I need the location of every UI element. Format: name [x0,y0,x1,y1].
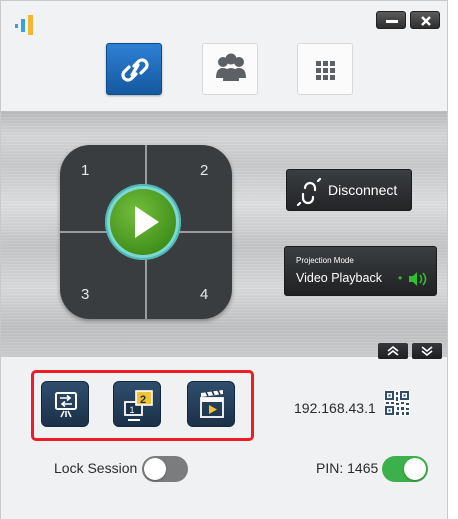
quadrant-1-number[interactable]: 1 [81,162,89,179]
clapperboard-play-icon [200,390,224,418]
tab-grid[interactable] [297,43,353,95]
speaker-icon [409,272,427,286]
link-icon [121,58,149,82]
tab-group[interactable] [202,43,258,95]
group-users-icon [216,53,246,81]
pin-toggle[interactable] [382,456,428,482]
tab-connect[interactable] [106,43,162,95]
projection-mode-title: Projection Mode [296,256,354,265]
disconnect-button[interactable]: Disconnect [286,169,412,211]
top-bar [1,1,447,111]
expand-down-button[interactable] [412,343,442,359]
pin-toggle-knob [404,458,426,480]
close-button[interactable] [410,11,440,29]
pin-label: PIN: 1465 [316,460,379,476]
qr-code-icon[interactable] [384,390,410,416]
broken-link-icon [296,177,322,206]
projection-mode-value: Video Playback [296,271,382,285]
lock-session-toggle[interactable] [142,456,188,482]
signal-bars-icon [15,15,33,35]
ip-address: 192.168.43.1 [294,400,376,416]
lock-session-label: Lock Session [54,460,138,476]
double-chevron-down-icon [421,346,433,357]
svg-text:1: 1 [130,405,135,415]
media-playback-button[interactable] [187,381,235,427]
play-icon [135,206,159,238]
quadrant-2-number[interactable]: 2 [200,162,208,179]
dual-monitor-button[interactable]: 1 2 [113,381,161,427]
screen-swap-icon [55,392,77,418]
screen-swap-button[interactable] [41,381,89,427]
dual-monitor-icon: 1 2 [124,390,153,421]
minimize-button[interactable] [376,11,406,29]
double-chevron-up-icon [387,345,399,356]
play-button[interactable] [105,184,181,260]
quadrant-3-number[interactable]: 3 [81,286,89,303]
quadrant-4-number[interactable]: 4 [200,286,208,303]
grid-icon [316,61,335,80]
expand-up-button[interactable] [378,343,408,359]
projection-mode-button[interactable]: Projection Mode Video Playback • [284,246,437,296]
app-window: 1 2 3 4 Disconnect Projection Mode Video… [0,0,448,519]
lock-session-toggle-knob [144,458,166,480]
projection-mode-separator: • [398,271,403,285]
close-icon [421,16,431,26]
minimize-icon [386,20,398,23]
svg-text:2: 2 [140,394,146,406]
disconnect-label: Disconnect [328,182,398,198]
